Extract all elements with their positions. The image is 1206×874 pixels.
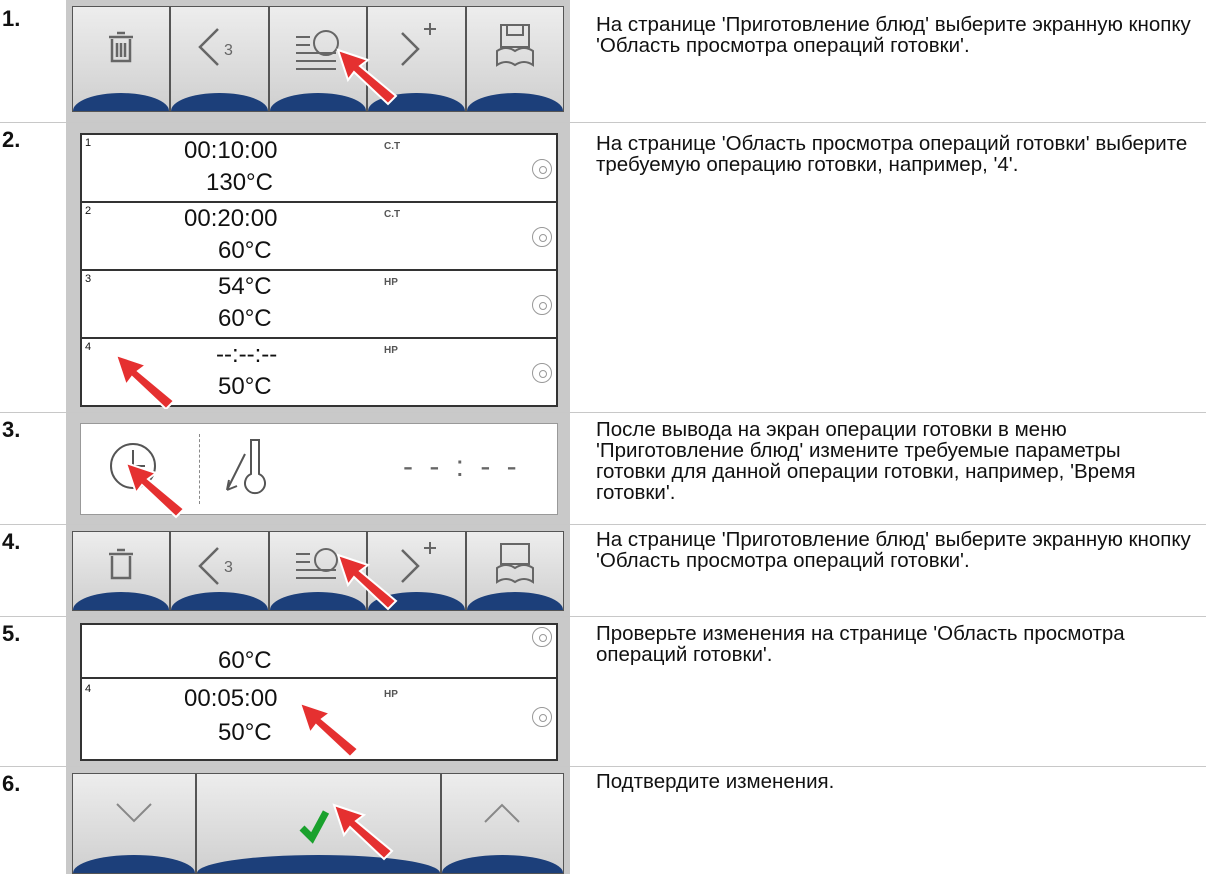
op-temp: 60°C: [218, 647, 272, 674]
op-row-1[interactable]: 1 00:10:00 130°C C.T: [82, 135, 556, 203]
op-time: --:--:--: [216, 341, 278, 368]
pointer-arrow-icon: [336, 553, 398, 611]
step-text: После вывода на экран операции готовки в…: [596, 418, 1136, 504]
op-temp: 60°C: [218, 237, 272, 264]
step-6: 6. Подтвердите изменения.: [0, 767, 1206, 874]
op-mode: C.T: [384, 141, 401, 152]
op-time: 00:10:00: [184, 137, 278, 164]
confirm-button[interactable]: [196, 774, 442, 873]
step-3: 3. - - : - - После вывода на экран опера…: [0, 413, 1206, 524]
step-2: 2. 1 00:10:00 130°C C.T 2 00:20:00 60°C …: [0, 123, 1206, 412]
op-temp: 50°C: [218, 373, 272, 400]
back-count: 3: [224, 559, 233, 576]
op-temp: 130°C: [206, 169, 273, 196]
core-temp-icon[interactable]: [221, 434, 281, 504]
delete-button[interactable]: [73, 7, 172, 111]
op-row-2[interactable]: 2 00:20:00 60°C C.T: [82, 203, 556, 271]
step-number: 3.: [2, 417, 21, 442]
toolbar: 3: [72, 531, 564, 611]
dial-icon: [532, 159, 552, 179]
op-mode: HP: [384, 689, 398, 700]
step-text: Проверьте изменения на странице 'Область…: [596, 622, 1125, 666]
op-row-3[interactable]: 3 54°C 60°C HP: [82, 271, 556, 339]
step-number: 4.: [2, 529, 21, 554]
op-mode: HP: [384, 345, 398, 356]
confirm-bar: [72, 773, 564, 874]
step-text: На странице 'Область просмотра операций …: [596, 132, 1188, 176]
op-index: 3: [85, 273, 92, 285]
op-index: 1: [85, 137, 92, 149]
op-mode: C.T: [384, 209, 401, 220]
back-button[interactable]: 3: [171, 7, 270, 111]
confirm-panel: [66, 767, 570, 874]
step-number: 5.: [2, 621, 21, 646]
step-text: Подтвердите изменения.: [596, 770, 835, 793]
step-text: На странице 'Приготовление блюд' выберит…: [596, 528, 1191, 572]
back-button[interactable]: 3: [171, 532, 270, 610]
step-number: 2.: [2, 127, 21, 152]
back-count: 3: [224, 42, 233, 59]
step-number: 1.: [2, 6, 21, 31]
step-5: 5. 60°C 4 00:05:00 50°C HP Проверьте изм…: [0, 617, 1206, 766]
op-time: 00:05:00: [184, 685, 278, 712]
toolbar-panel: 3: [66, 0, 570, 122]
pointer-arrow-icon: [124, 461, 186, 519]
step-4: 4. 3 На странице 'Приготовление блюд' вы…: [0, 525, 1206, 616]
step-text: На странице 'Приготовление блюд' выберит…: [596, 13, 1191, 57]
dial-icon: [532, 295, 552, 315]
op-index: 4: [85, 683, 92, 695]
save-button[interactable]: [466, 532, 563, 610]
save-button[interactable]: [466, 7, 563, 111]
pointer-arrow-icon: [336, 48, 398, 106]
pointer-arrow-icon: [114, 353, 176, 409]
ops-list-panel: 60°C 4 00:05:00 50°C HP: [66, 617, 570, 766]
ops-list-panel: 1 00:10:00 130°C C.T 2 00:20:00 60°C C.T…: [66, 123, 570, 412]
toolbar: 3: [72, 6, 564, 112]
op-time: 00:20:00: [184, 205, 278, 232]
pointer-arrow-icon: [332, 803, 394, 861]
op-row-3[interactable]: 60°C: [82, 625, 556, 679]
step-number: 6.: [2, 771, 21, 796]
op-time: 54°C: [218, 273, 272, 300]
edit-panel: - - : - -: [66, 413, 570, 524]
toolbar-panel: 3: [66, 525, 570, 616]
op-index: 4: [85, 341, 92, 353]
delete-button[interactable]: [73, 532, 172, 610]
pointer-arrow-icon: [298, 701, 360, 759]
dial-icon: [532, 707, 552, 727]
op-temp: 60°C: [218, 305, 272, 332]
scroll-up-button[interactable]: [441, 774, 563, 873]
op-mode: HP: [384, 277, 398, 288]
dial-icon: [532, 227, 552, 247]
step-1: 1. 3 На странице 'Приготовление блюд' вы…: [0, 0, 1206, 122]
dial-icon: [532, 363, 552, 383]
scroll-down-button[interactable]: [73, 774, 197, 873]
op-temp: 50°C: [218, 719, 272, 746]
time-display: - - : - -: [403, 450, 521, 483]
dial-icon: [532, 627, 552, 647]
op-index: 2: [85, 205, 92, 217]
